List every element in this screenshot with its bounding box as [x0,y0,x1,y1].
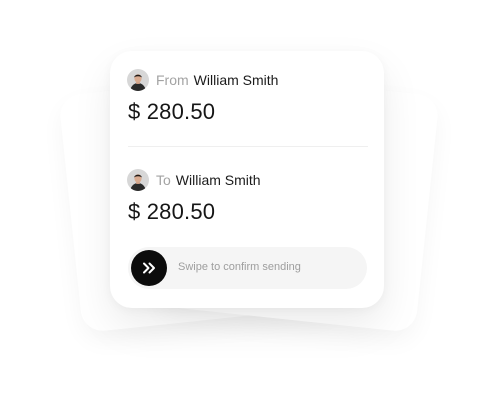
from-avatar [127,69,149,91]
swipe-handle[interactable] [131,250,167,286]
to-name: William Smith [175,172,261,188]
from-name: William Smith [193,72,279,88]
to-avatar [127,169,149,191]
divider [128,146,368,147]
swipe-to-confirm-slider[interactable]: Swipe to confirm sending [128,247,367,289]
to-prefix: To [156,172,171,188]
swipe-label: Swipe to confirm sending [178,261,301,273]
from-prefix: From [156,72,189,88]
double-chevron-right-icon [143,262,155,274]
to-amount: $ 280.50 [128,199,216,224]
to-party: To William Smith [127,169,261,191]
from-party: From William Smith [127,69,278,91]
transfer-card: From William Smith $ 280.50 To William S… [110,51,384,308]
from-amount: $ 280.50 [128,99,216,124]
